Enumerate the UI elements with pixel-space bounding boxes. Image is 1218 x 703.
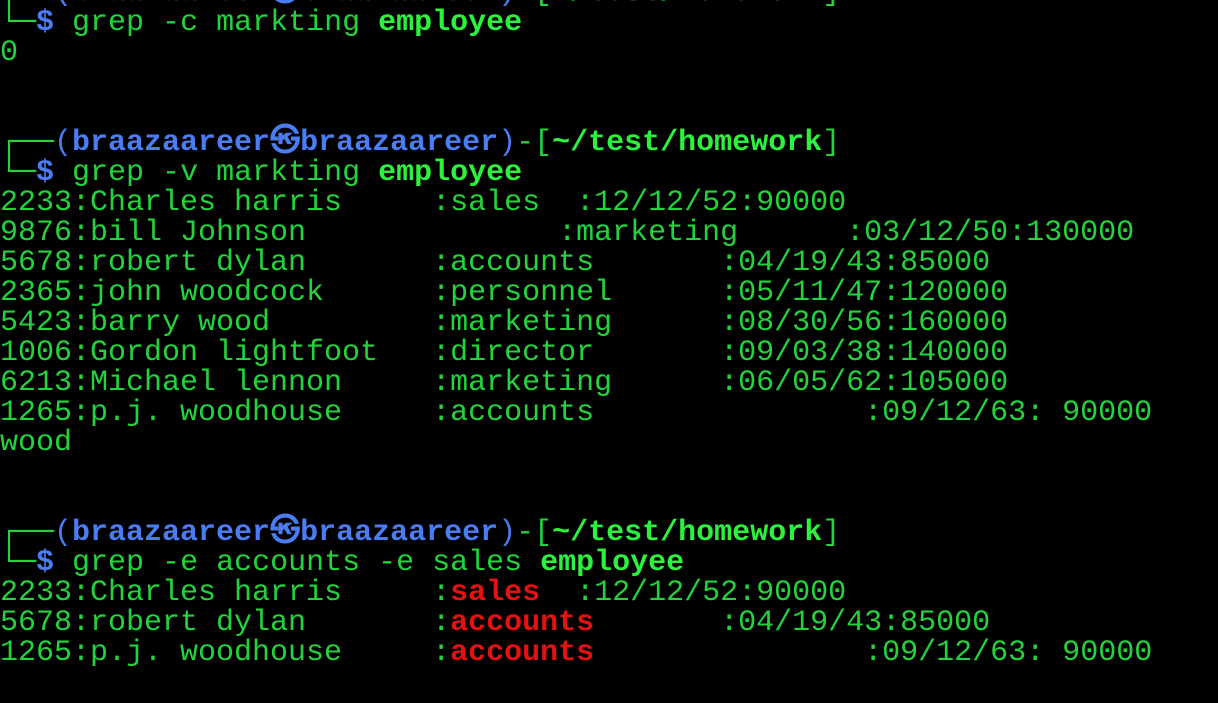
prompt-header-line: ┌──(braazaareer㉿braazaareer)-[~/test/hom… bbox=[0, 128, 1218, 158]
prompt-open-paren: ( bbox=[54, 126, 73, 160]
output-line: 5678:robert dylan :accounts :04/19/43:85… bbox=[0, 608, 1218, 638]
output-prefix: 2233:Charles harris : bbox=[0, 576, 451, 610]
prompt-dollar: $ bbox=[36, 6, 55, 40]
output-line: 2365:john woodcock :personnel :05/11/47:… bbox=[0, 278, 1218, 308]
output-line: 5678:robert dylan :accounts :04/19/43:85… bbox=[0, 248, 1218, 278]
prompt-close-paren: ) bbox=[498, 516, 517, 550]
output-line: wood bbox=[0, 428, 1218, 458]
output-text: wood bbox=[0, 426, 73, 460]
prompt-user: braazaareer bbox=[72, 126, 271, 160]
prompt-corner-bottom: └─ bbox=[0, 156, 37, 190]
output-line: 1006:Gordon lightfoot :director :09/03/3… bbox=[0, 338, 1218, 368]
output-line: 9876:bill Johnson :marketing :03/12/50:1… bbox=[0, 218, 1218, 248]
prompt-user: braazaareer bbox=[72, 516, 271, 550]
output-text: 2365:john woodcock :personnel :05/11/47:… bbox=[0, 276, 1009, 310]
command-line: └─$ grep -c markting employee bbox=[0, 8, 1218, 38]
prompt-path: ~/test/homework bbox=[552, 126, 823, 160]
output-text: 5678:robert dylan :accounts :04/19/43:85… bbox=[0, 246, 991, 280]
prompt-dash-bracket: -[ bbox=[516, 126, 553, 160]
command-file-arg: employee bbox=[540, 546, 685, 580]
output-line: 6213:Michael lennon :marketing :06/05/62… bbox=[0, 368, 1218, 398]
output-prefix: 1265:p.j. woodhouse : bbox=[0, 636, 451, 670]
command-text: grep -e accounts -e sales bbox=[72, 546, 523, 580]
output-text: 5423:barry wood :marketing :08/30/56:160… bbox=[0, 306, 1009, 340]
command-file-arg: employee bbox=[378, 156, 523, 190]
command-text: grep -c markting bbox=[72, 6, 361, 40]
output-suffix: :09/12/63: 90000 bbox=[594, 636, 1153, 670]
prompt-dollar: $ bbox=[36, 546, 55, 580]
prompt-corner-top: ┌── bbox=[0, 126, 55, 160]
command-text: grep -v markting bbox=[72, 156, 361, 190]
prompt-close-paren: ) bbox=[498, 126, 517, 160]
output-line: 0 bbox=[0, 38, 1218, 68]
command-line: └─$ grep -e accounts -e sales employee bbox=[0, 548, 1218, 578]
output-text: 2233:Charles harris :sales :12/12/52:900… bbox=[0, 186, 847, 220]
output-text: 9876:bill Johnson :marketing :03/12/50:1… bbox=[0, 216, 1135, 250]
prompt-close-bracket: ] bbox=[822, 516, 841, 550]
prompt-path: ~/test/homework bbox=[552, 516, 823, 550]
prompt-at-icon: ㉿ bbox=[270, 126, 301, 160]
output-line: 2233:Charles harris :sales :12/12/52:900… bbox=[0, 188, 1218, 218]
prompt-host: braazaareer bbox=[300, 126, 499, 160]
output-match: accounts bbox=[450, 606, 595, 640]
prompt-header-line: ┌──(braazaareer㉿braazaareer)-[~/test/hom… bbox=[0, 518, 1218, 548]
output-match: sales bbox=[450, 576, 541, 610]
output-match: accounts bbox=[450, 636, 595, 670]
command-file-arg: employee bbox=[378, 6, 523, 40]
output-text: 6213:Michael lennon :marketing :06/05/62… bbox=[0, 366, 1009, 400]
output-line: 1265:p.j. woodhouse :accounts :09/12/63:… bbox=[0, 398, 1218, 428]
prompt-open-paren: ( bbox=[54, 516, 73, 550]
terminal-window[interactable]: ┌──(braazaareer㉿braazaareer)-[~/test/hom… bbox=[0, 0, 1218, 703]
output-suffix: :04/19/43:85000 bbox=[594, 606, 991, 640]
prompt-close-bracket: ] bbox=[822, 126, 841, 160]
prompt-corner-bottom: └─ bbox=[0, 6, 37, 40]
output-text: 1265:p.j. woodhouse :accounts :09/12/63:… bbox=[0, 396, 1153, 430]
prompt-dollar: $ bbox=[36, 156, 55, 190]
command-line: └─$ grep -v markting employee bbox=[0, 158, 1218, 188]
output-text: 0 bbox=[0, 36, 19, 70]
prompt-corner-top: ┌── bbox=[0, 516, 55, 550]
prompt-dash-bracket: -[ bbox=[516, 516, 553, 550]
output-text: 1006:Gordon lightfoot :director :09/03/3… bbox=[0, 336, 1009, 370]
prompt-at-icon: ㉿ bbox=[270, 516, 301, 550]
prompt-corner-bottom: └─ bbox=[0, 546, 37, 580]
output-line: 5423:barry wood :marketing :08/30/56:160… bbox=[0, 308, 1218, 338]
output-suffix: :12/12/52:90000 bbox=[540, 576, 847, 610]
output-line: 1265:p.j. woodhouse :accounts :09/12/63:… bbox=[0, 638, 1218, 668]
output-prefix: 5678:robert dylan : bbox=[0, 606, 451, 640]
prompt-host: braazaareer bbox=[300, 516, 499, 550]
output-line: 2233:Charles harris :sales :12/12/52:900… bbox=[0, 578, 1218, 608]
